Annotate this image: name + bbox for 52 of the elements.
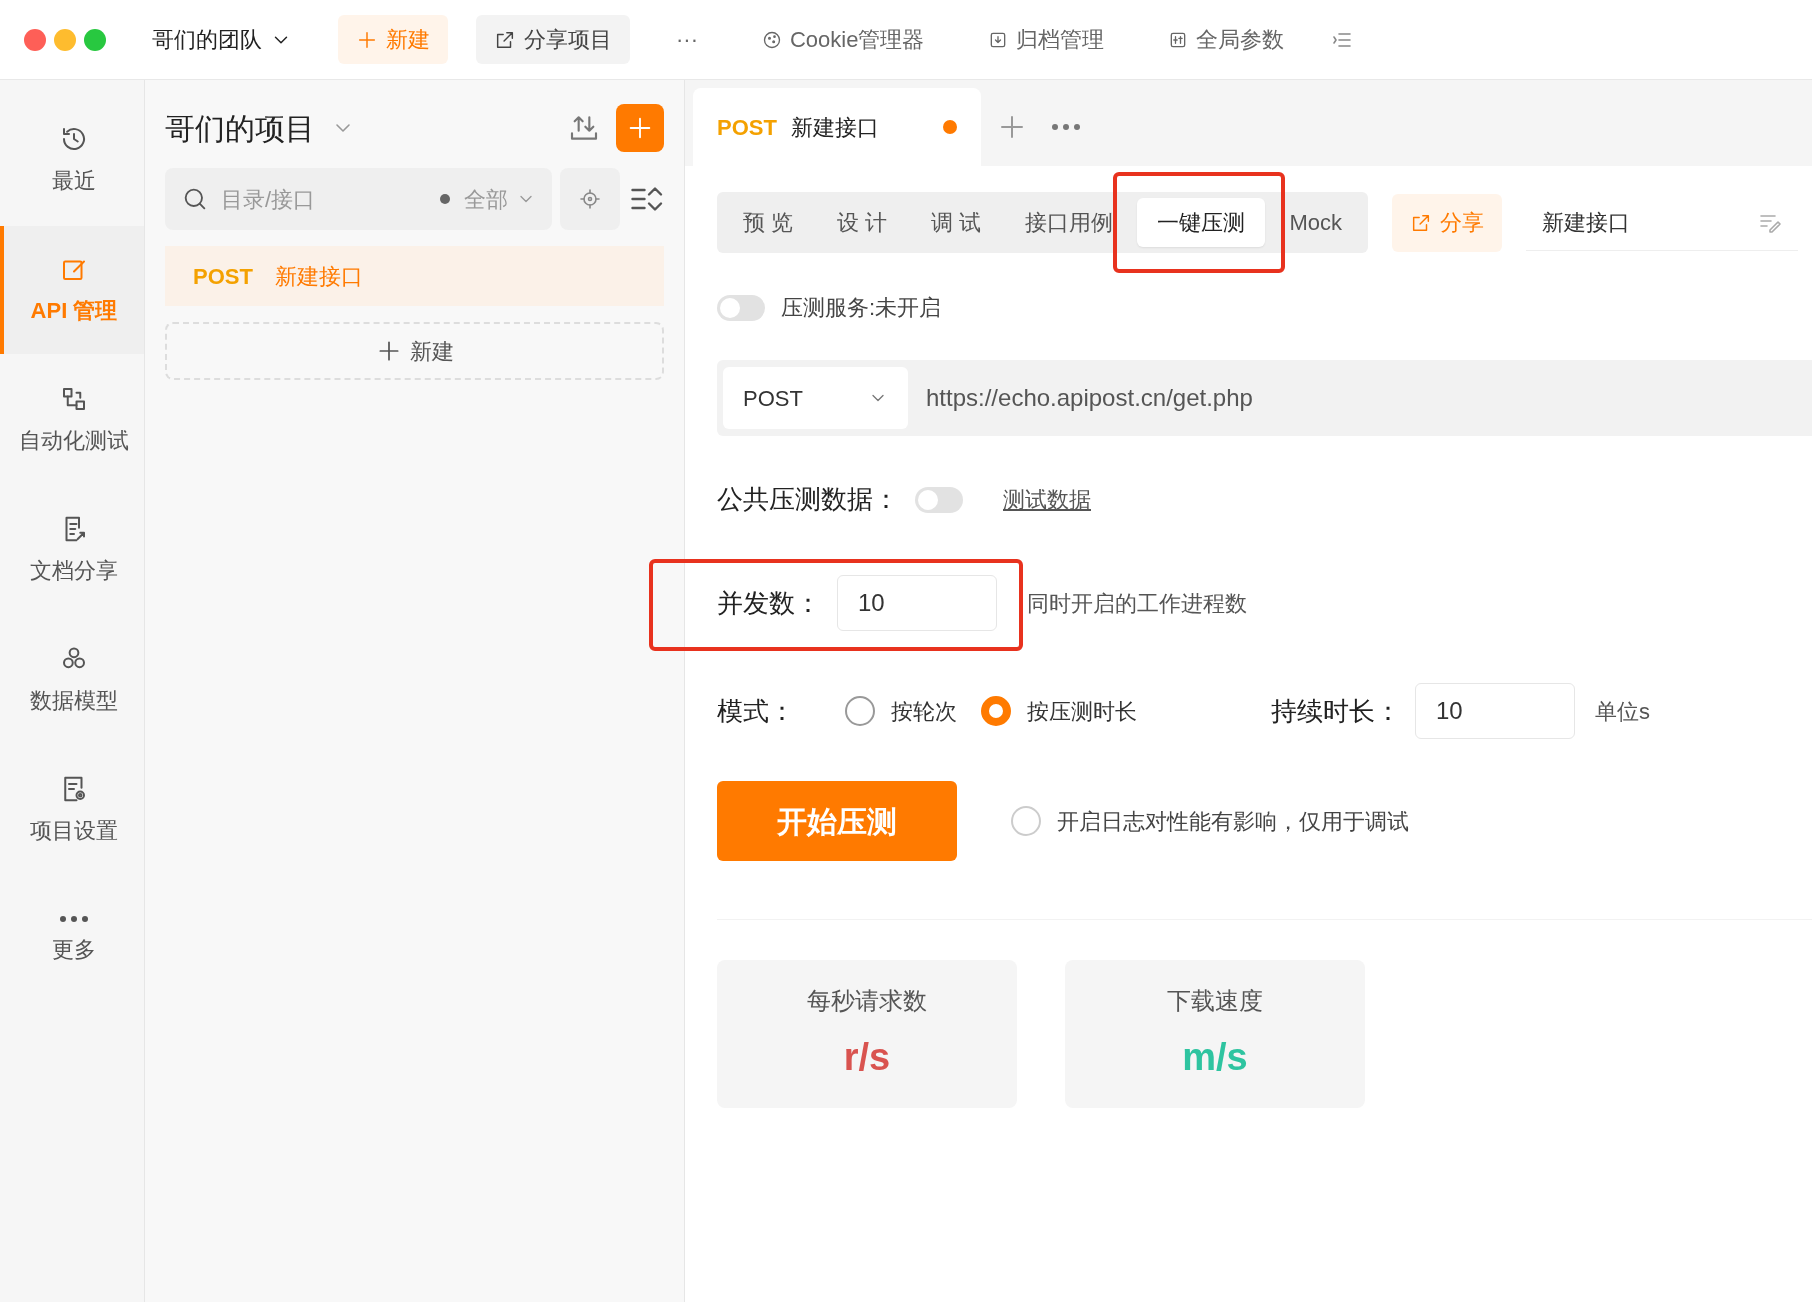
field-label: 并发数： — [717, 586, 821, 620]
unit-label: 单位s — [1595, 697, 1650, 726]
sub-tab[interactable]: 调 试 — [911, 198, 1002, 247]
more-icon[interactable] — [1050, 123, 1081, 131]
sidebar-item[interactable]: 项目设置 — [0, 746, 144, 874]
sub-tab[interactable]: 设 计 — [817, 198, 908, 247]
request-tab[interactable]: POST 新建接口 — [693, 88, 981, 166]
sidebar-item[interactable]: 自动化测试 — [0, 356, 144, 484]
zoom-button[interactable] — [84, 28, 106, 51]
hint-text: 同时开启的工作进程数 — [1027, 589, 1247, 618]
project-title: 哥们的项目 — [165, 110, 315, 147]
sub-tab[interactable]: 一键压测 — [1137, 198, 1266, 247]
duration-field[interactable]: 10 — [1415, 683, 1575, 739]
sidebar-item[interactable]: 文档分享 — [0, 486, 144, 614]
toolbar-button[interactable]: 归档管理 — [970, 15, 1123, 64]
stat-unit: m/s — [1182, 1035, 1248, 1078]
sidebar-item[interactable]: 数据模型 — [0, 616, 144, 744]
add-button[interactable] — [616, 104, 664, 152]
sidebar-item[interactable]: 更多 — [0, 876, 144, 1004]
method-select[interactable]: POST — [723, 367, 908, 429]
url-field[interactable]: https://echo.apipost.cn/get.php — [926, 380, 1253, 416]
toolbar-button[interactable]: 分享项目 — [476, 15, 630, 64]
log-checkbox[interactable]: 开启日志对性能有影响，仅用于调试 — [1011, 804, 1409, 838]
service-status: 压测服务:未开启 — [781, 294, 942, 322]
field-label: 公共压测数据： — [717, 483, 899, 516]
sidebar-item[interactable]: 最近 — [0, 96, 144, 224]
concurrency-field[interactable]: 10 — [837, 575, 997, 631]
field-label: 持续时长： — [1271, 694, 1401, 728]
new-button[interactable]: 新建 — [165, 322, 664, 380]
sub-tab[interactable]: Mock — [1269, 198, 1362, 247]
name-field[interactable]: 新建接口 — [1525, 194, 1798, 251]
more-icon — [59, 914, 89, 923]
target-icon — [578, 187, 602, 211]
team-selector[interactable]: 哥们的团队 — [134, 15, 310, 64]
minimize-button[interactable] — [54, 28, 76, 51]
sub-tab[interactable]: 预 览 — [723, 198, 814, 247]
toggle-switch[interactable] — [717, 294, 765, 321]
sub-tab[interactable]: 接口用例 — [1005, 198, 1134, 247]
radio-option[interactable]: 按轮次 — [845, 694, 957, 728]
test-data-link[interactable]: 测试数据 — [1003, 483, 1091, 516]
more-button[interactable]: ··· — [658, 15, 716, 64]
stat-unit: r/s — [843, 1035, 891, 1078]
toggle-switch[interactable] — [915, 486, 963, 513]
stat-title: 每秒请求数 — [807, 986, 927, 1014]
cookie-icon — [762, 29, 782, 50]
toolbar-button[interactable]: Cookie管理器 — [744, 15, 943, 64]
close-button[interactable] — [24, 28, 46, 51]
locate-button[interactable] — [560, 168, 620, 230]
stat-title: 下载速度 — [1167, 986, 1263, 1014]
radio-option[interactable]: 按压测时长 — [981, 694, 1137, 728]
toolbar-button[interactable]: 全局参数 — [1150, 15, 1303, 64]
field-label: 模式： — [717, 694, 796, 728]
